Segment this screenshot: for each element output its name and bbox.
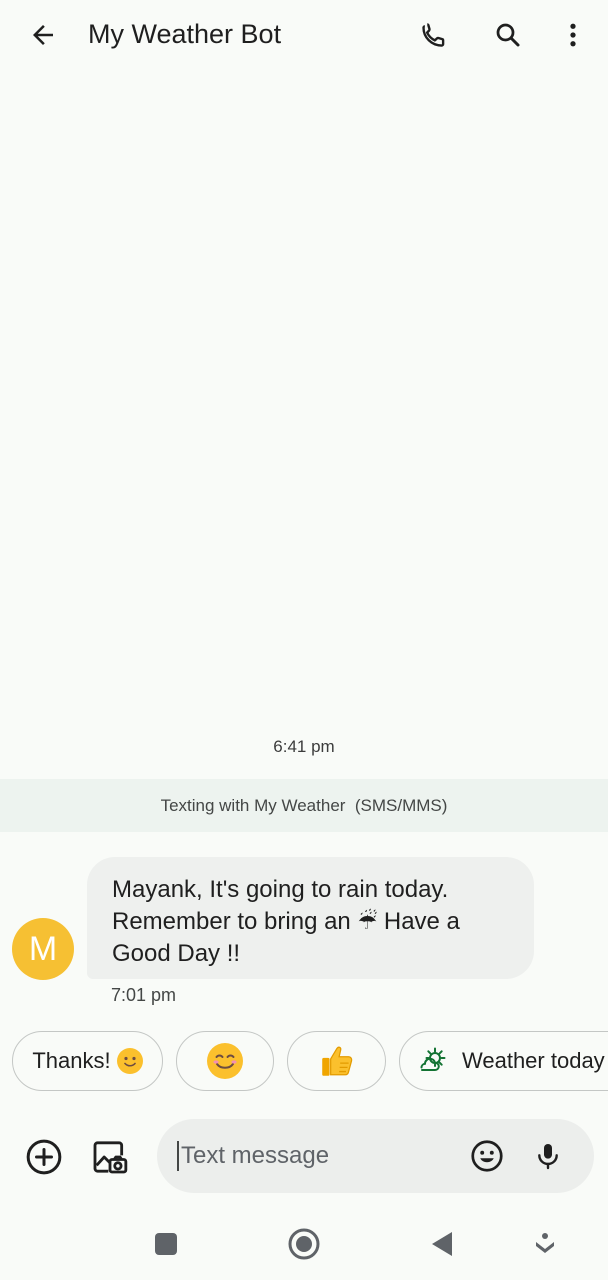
mic-icon[interactable]	[524, 1132, 572, 1180]
search-icon[interactable]	[484, 11, 532, 59]
avatar[interactable]: M	[12, 918, 74, 980]
smart-reply-label: Thanks!	[32, 1048, 111, 1073]
smart-reply-thumbs-up[interactable]	[287, 1031, 386, 1091]
message-line-1: Mayank, It's going to rain today.	[112, 876, 449, 903]
thumbs-up-icon	[321, 1046, 352, 1076]
recent-apps-icon[interactable]	[155, 1233, 177, 1255]
assistant-icon[interactable]	[533, 1231, 557, 1257]
more-vert-icon[interactable]	[549, 11, 597, 59]
message-line-2-end: Have a	[383, 908, 460, 935]
system-navigation-bar	[0, 1210, 608, 1280]
message-timestamp: 7:01 pm	[111, 985, 177, 1005]
back-triangle-icon[interactable]	[430, 1231, 454, 1257]
gallery-camera-icon[interactable]	[86, 1133, 134, 1181]
incoming-message-bubble[interactable]: Mayank, It's going to rain today. Rememb…	[87, 857, 534, 979]
top-app-bar: My Weather Bot	[0, 0, 608, 70]
message-line-2-text: Remember to bring an	[112, 908, 351, 935]
conversation-title: My Weather Bot	[88, 19, 282, 49]
message-line-2: Remember to bring an ☔ Have a	[112, 906, 514, 938]
smart-reply-weather-today[interactable]: Weather today	[399, 1031, 608, 1091]
umbrella-emoji-icon: ☔	[357, 909, 378, 934]
messages-screen: My Weather Bot 6:41 pm Texting with My W…	[0, 0, 608, 1280]
smiling-face-with-smiling-eyes-icon	[207, 1043, 243, 1079]
conversation-start-timestamp: 6:41 pm	[273, 737, 335, 756]
emoji-icon[interactable]	[463, 1132, 511, 1180]
text-message-input[interactable]	[177, 1141, 451, 1171]
smart-reply-label: Weather today	[462, 1048, 605, 1073]
slightly-smiling-face-icon	[116, 1048, 143, 1074]
smart-reply-smile[interactable]	[176, 1031, 274, 1091]
phone-icon[interactable]	[410, 11, 458, 59]
message-line-3: Good Day !!	[112, 940, 241, 967]
sms-mode-banner: Texting with My Weather (SMS/MMS)	[0, 779, 608, 832]
avatar-initial: M	[28, 929, 58, 968]
arrow-back-icon[interactable]	[19, 11, 67, 59]
compose-message-field	[157, 1119, 594, 1193]
partly-cloudy-icon	[420, 1047, 446, 1071]
add-circle-icon[interactable]	[20, 1133, 68, 1181]
smart-reply-thanks[interactable]: Thanks!	[12, 1031, 163, 1091]
home-icon[interactable]	[288, 1228, 320, 1260]
